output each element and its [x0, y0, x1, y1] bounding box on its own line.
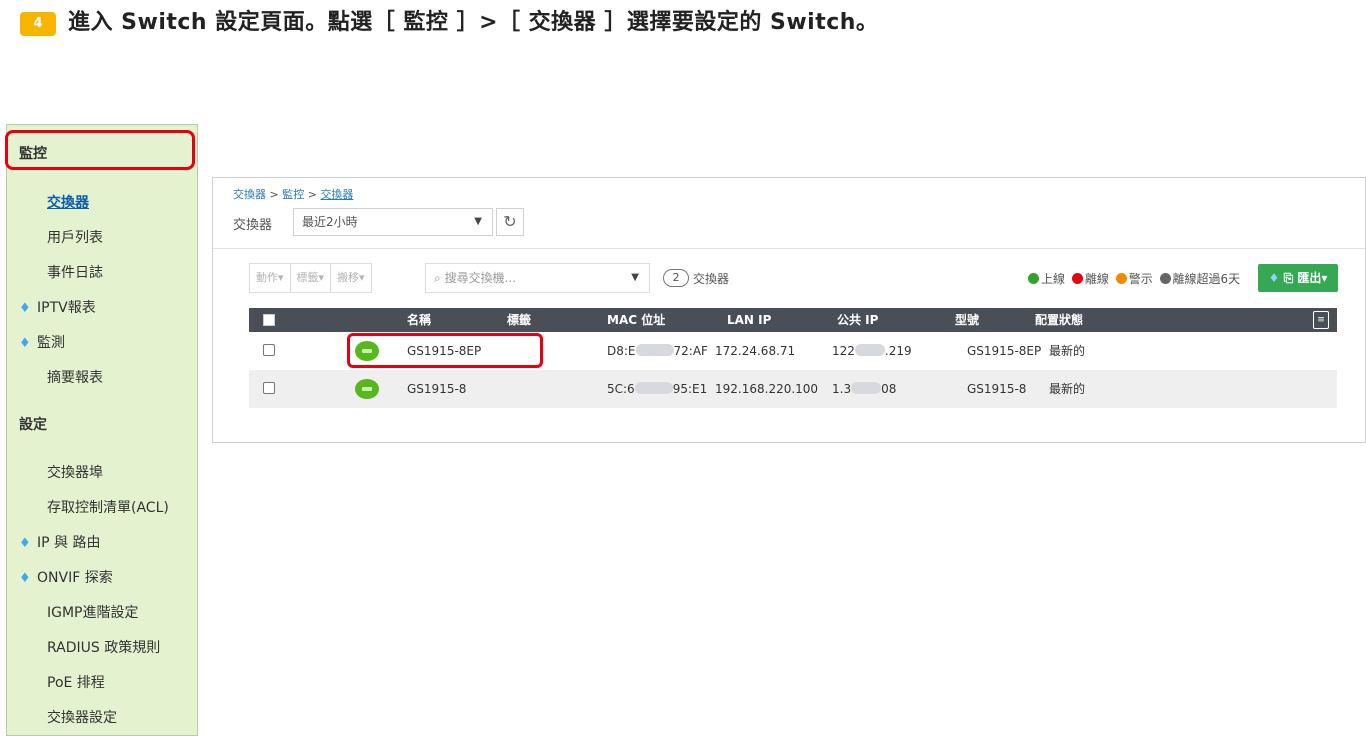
action-dropdown-button[interactable]: 動作▾ [250, 264, 291, 292]
legend-alert: 警示 [1128, 272, 1153, 286]
table-header: 名稱 標籤 MAC 位址 LAN IP 公共 IP 型號 配置狀態 ≡ [249, 308, 1337, 332]
switch-online-icon [355, 379, 379, 399]
export-button[interactable]: ♦ ⎘ 匯出▾ [1258, 264, 1338, 292]
offline-6days-dot-icon [1159, 273, 1171, 284]
diamond-icon: ♦ [19, 536, 31, 551]
config-status: 最新的 [1049, 344, 1086, 358]
alert-dot-icon [1115, 273, 1127, 284]
tag-dropdown-button[interactable]: 標籤▾ [291, 264, 332, 292]
breadcrumb-separator: > [307, 188, 317, 201]
online-dot-icon [1028, 273, 1039, 284]
sidebar-item-event-log[interactable]: 事件日誌 [7, 256, 197, 290]
switch-model: GS1915-8 [967, 382, 1027, 396]
sidebar-item-iptv-report[interactable]: ♦ IPTV報表 [7, 291, 197, 325]
redacted-blur [635, 344, 674, 356]
redacted-blur [854, 344, 885, 356]
column-public-ip[interactable]: 公共 IP [837, 308, 878, 332]
sidebar-item-igmp[interactable]: IGMP進階設定 [7, 596, 197, 630]
column-config-status[interactable]: 配置狀態 [1035, 308, 1083, 332]
redacted-blur [634, 382, 673, 394]
breadcrumb-switch-link[interactable]: 交換器 [233, 188, 266, 201]
step-number-badge: 4 [20, 12, 56, 36]
breadcrumb-separator: > [269, 188, 279, 201]
export-label: 匯出▾ [1297, 271, 1328, 285]
divider [213, 248, 1365, 249]
lan-ip: 192.168.220.100 [715, 382, 819, 396]
diamond-icon: ♦ [19, 571, 31, 586]
monitor-highlight-box [5, 130, 195, 170]
config-status: 最新的 [1049, 382, 1086, 396]
diamond-icon: ♦ [1268, 271, 1280, 285]
legend-online: 上線 [1041, 272, 1066, 286]
move-dropdown-button[interactable]: 搬移▾ [331, 264, 371, 292]
sidebar-item-ip-routing[interactable]: ♦ IP 與 路由 [7, 526, 197, 560]
column-lan-ip[interactable]: LAN IP [727, 308, 771, 332]
search-placeholder: 搜尋交換機... [444, 271, 517, 285]
table-row[interactable]: GS1915-8 5C:6 95:E1 192.168.220.100 1.3 08… [249, 370, 1337, 408]
public-ip: 1.3 08 [832, 382, 897, 396]
diamond-icon: ♦ [19, 301, 31, 316]
refresh-icon: ↻ [503, 212, 517, 231]
caret-down-icon: ▼ [474, 216, 482, 227]
time-range-select[interactable]: 最近2小時 ▼ [293, 208, 493, 236]
switch-name[interactable]: GS1915-8 [407, 370, 466, 408]
row-checkbox[interactable] [263, 344, 275, 356]
status-legend: 上線 離線 警示 離線超過6天 [1025, 270, 1240, 287]
sidebar-item-radius[interactable]: RADIUS 政策規則 [7, 631, 197, 665]
switch-name-highlight-box [347, 333, 543, 368]
mac-address: 5C:6 95:E1 [607, 382, 708, 396]
switch-model: GS1915-8EP [967, 344, 1042, 358]
lan-ip: 172.24.68.71 [715, 344, 796, 358]
sidebar-item-client-list[interactable]: 用戶列表 [7, 221, 197, 255]
export-file-icon: ⎘ [1283, 271, 1294, 285]
sidebar-item-surveillance[interactable]: ♦ 監測 [7, 326, 197, 360]
public-ip: 122.219 [832, 344, 912, 358]
switch-count-label: 交換器 [693, 272, 730, 286]
refresh-button[interactable]: ↻ [496, 208, 524, 236]
sidebar-item-switch-settings[interactable]: 交換器設定 [7, 701, 197, 735]
breadcrumb-monitor-link[interactable]: 監控 [282, 188, 304, 201]
legend-offline-6days: 離線超過6天 [1172, 272, 1241, 286]
search-icon: ⌕ [434, 271, 441, 285]
sidebar-item-switch-ports[interactable]: 交換器埠 [7, 456, 197, 490]
caret-down-icon: ▼ [631, 272, 639, 283]
sidebar-item-switch[interactable]: 交換器 [7, 186, 197, 220]
action-button-group: 動作▾ 標籤▾ 搬移▾ [249, 263, 372, 293]
column-mac[interactable]: MAC 位址 [607, 308, 665, 332]
sidebar-item-summary-report[interactable]: 摘要報表 [7, 361, 197, 395]
switch-count-badge: 2 [663, 269, 689, 287]
switch-list-panel: 交換器 > 監控 > 交換器 交換器 最近2小時 ▼ ↻ 動作▾ 標籤▾ 搬移▾… [212, 177, 1366, 443]
offline-dot-icon [1071, 273, 1083, 284]
redacted-blur [851, 382, 882, 394]
sidebar-item-acl[interactable]: 存取控制清單(ACL) [7, 491, 197, 525]
select-all-checkbox[interactable] [263, 314, 275, 326]
column-settings-icon[interactable]: ≡ [1313, 311, 1329, 329]
breadcrumb-current[interactable]: 交換器 [320, 188, 353, 201]
column-tag[interactable]: 標籤 [507, 308, 531, 332]
search-input[interactable]: ⌕ 搜尋交換機... ▼ [425, 263, 650, 293]
sidebar: 監控 交換器 用戶列表 事件日誌 ♦ IPTV報表 ♦ 監測 摘要報表 設定 交換器… [5, 124, 198, 736]
sidebar-item-settings[interactable]: 設定 [7, 408, 197, 442]
row-checkbox[interactable] [263, 382, 275, 394]
column-name[interactable]: 名稱 [407, 308, 431, 332]
sidebar-item-onvif[interactable]: ♦ ONVIF 探索 [7, 561, 197, 595]
mac-address: D8:E 72:AF [607, 344, 708, 358]
breadcrumb: 交換器 > 監控 > 交換器 [233, 186, 353, 202]
time-range-value: 最近2小時 [302, 215, 358, 229]
filter-label: 交換器 [233, 218, 273, 233]
diamond-icon: ♦ [19, 336, 31, 351]
sidebar-item-poe-schedule[interactable]: PoE 排程 [7, 666, 197, 700]
column-model[interactable]: 型號 [955, 308, 979, 332]
instruction-title: 進入 Switch 設定頁面。點選［ 監控 ］>［ 交換器 ］選擇要設定的 Sw… [68, 10, 879, 35]
legend-offline: 離線 [1084, 272, 1109, 286]
